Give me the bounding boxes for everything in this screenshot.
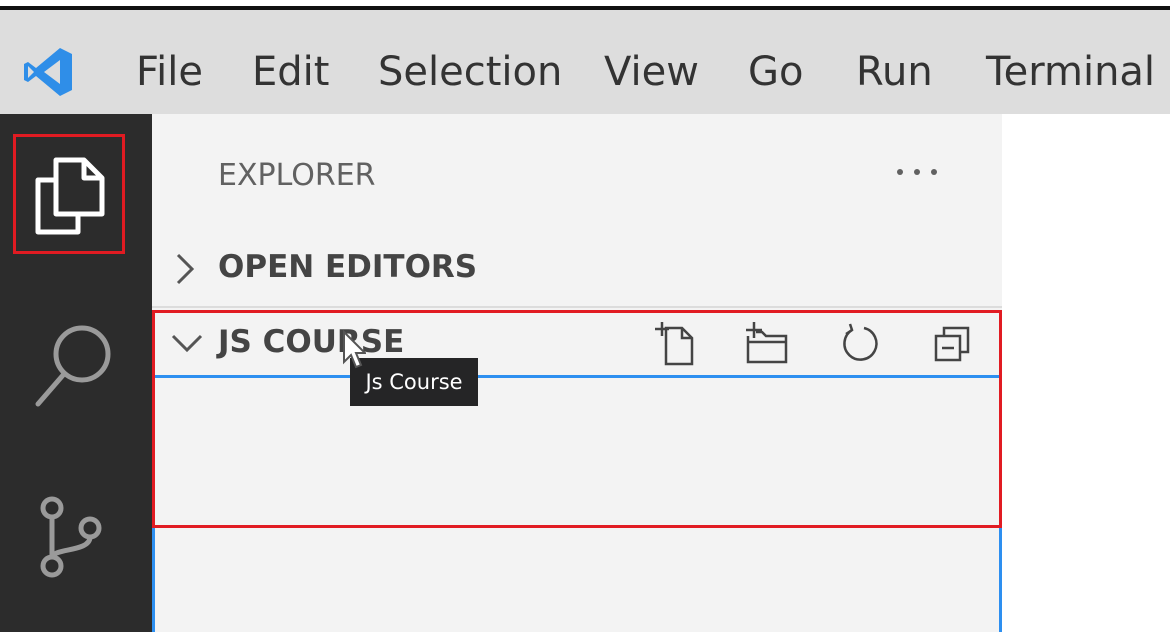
window-top-edge (0, 0, 1170, 10)
menu-selection[interactable]: Selection (378, 48, 562, 96)
activity-bar (0, 114, 152, 632)
explorer-title: EXPLORER (218, 158, 376, 193)
explorer-highlight-box (13, 134, 125, 254)
menu-bar: File Edit Selection View Go Run Terminal (0, 10, 1170, 114)
search-icon[interactable] (32, 320, 116, 410)
section-divider (152, 306, 1002, 308)
menu-go[interactable]: Go (748, 48, 803, 96)
js-course-highlight-box (152, 310, 1002, 528)
vscode-logo-icon[interactable] (20, 44, 76, 100)
more-actions-icon[interactable] (892, 164, 942, 180)
editor-area (1002, 114, 1170, 632)
mouse-cursor-icon (343, 330, 366, 369)
chevron-right-icon[interactable] (174, 252, 196, 286)
menu-run[interactable]: Run (856, 48, 933, 96)
menu-edit[interactable]: Edit (252, 48, 329, 96)
section-open-editors[interactable]: OPEN EDITORS (218, 249, 477, 285)
menu-file[interactable]: File (136, 48, 203, 96)
source-control-icon[interactable] (34, 494, 108, 580)
menu-terminal[interactable]: Terminal (986, 48, 1155, 96)
explorer-sidebar: EXPLORER OPEN EDITORS JS COURSE Js Cours… (152, 114, 1002, 632)
menu-view[interactable]: View (604, 48, 699, 96)
tooltip: Js Course (350, 358, 478, 406)
